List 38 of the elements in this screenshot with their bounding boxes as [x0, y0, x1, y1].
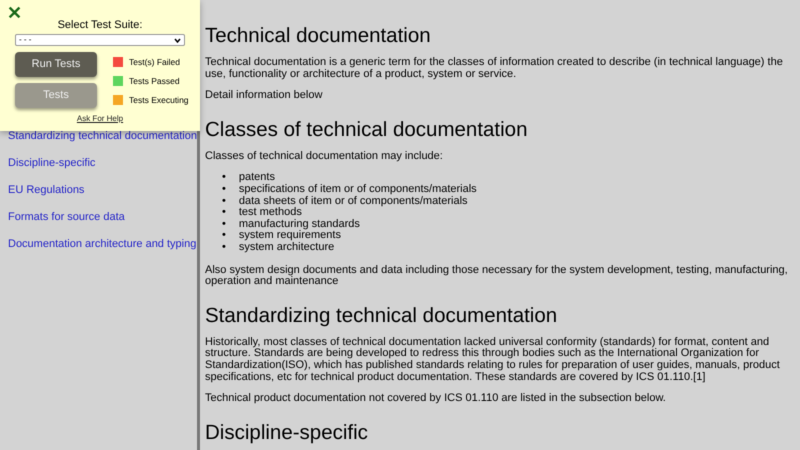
nav-link[interactable]: Formats for source data: [8, 211, 125, 224]
bullet-mark: •: [222, 242, 226, 254]
legend-label: Tests Executing: [129, 94, 189, 106]
close-button[interactable]: ✕: [7, 3, 22, 23]
section-heading: Classes of technical documentation: [205, 118, 528, 142]
caret-icon: [174, 38, 181, 42]
nav-link[interactable]: Standardizing technical documentation: [8, 130, 197, 143]
paragraph: Also system design documents and data including those necessary for the system development, testing, manufacturing, operation and maintenance: [205, 264, 789, 288]
bullet-mark: •: [222, 196, 226, 208]
bullet-mark: •: [222, 218, 226, 230]
section-heading: Standardizing technical documentation: [205, 304, 558, 328]
help-link[interactable]: Ask For Help: [0, 113, 200, 125]
paragraph: Classes of technical documentation may include:: [205, 150, 444, 162]
select-label: Select Test Suite:: [56, 18, 144, 33]
paragraph: Historically, most classes of technical documentation lacked universal conformity (standards) for format, content and structure. Standards are being developed to redress this through bodies such as the International Organization for Standardization(ISO), which has published standards relating to rules for preparation of user guides, manuals, product specifications, etc for technical product documentation. These standards are covered by ICS 01.110.[1]: [205, 336, 781, 384]
list-item: manufacturing standards: [238, 218, 360, 230]
list-item: data sheets of item or of components/materials: [238, 196, 468, 207]
legend-label: Test(s) Failed: [129, 56, 180, 69]
nav-link[interactable]: EU Regulations: [8, 184, 84, 197]
nav-link[interactable]: Discipline-specific: [8, 157, 96, 170]
bullet-mark: •: [222, 172, 226, 184]
suite-select[interactable]: - - -: [15, 34, 185, 46]
paragraph: Technical documentation is a generic term for the classes of information created to describe (in technical language) the use, functionality or architecture of a product, system or service.: [205, 57, 784, 80]
section-heading: Discipline-specific: [205, 420, 369, 445]
list-item: patents: [238, 172, 275, 184]
nav-link[interactable]: Documentation architecture and typing: [8, 238, 196, 251]
bullet-mark: •: [222, 230, 226, 242]
bullet-mark: •: [222, 207, 226, 219]
list-item: system architecture: [238, 242, 334, 254]
list-item: test methods: [238, 207, 302, 219]
list-item: system requirements: [238, 230, 341, 242]
section-heading: Technical documentation: [205, 24, 432, 48]
run-tests-button[interactable]: Run Tests: [15, 52, 97, 77]
paragraph: Technical product documentation not covered by ICS 01.110 are listed in the subsection below.: [205, 393, 667, 405]
bullet-mark: •: [222, 184, 226, 196]
list-item: specifications of item or of components/materials: [238, 184, 477, 196]
legend-label: Tests Passed: [129, 74, 180, 88]
paragraph: Detail information below: [205, 90, 324, 102]
